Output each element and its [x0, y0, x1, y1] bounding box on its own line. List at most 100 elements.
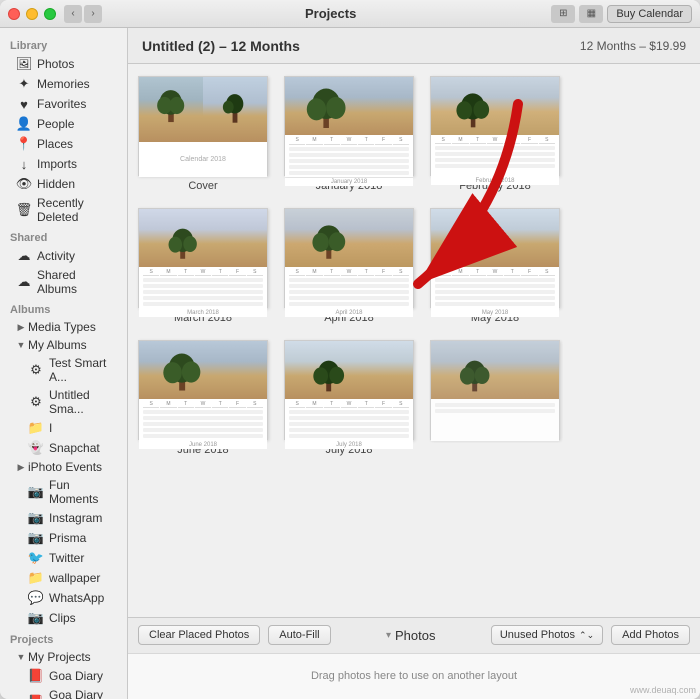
maximize-button[interactable]: [44, 8, 56, 20]
sidebar-label-hidden: Hidden: [37, 177, 75, 191]
calendar-cover-item[interactable]: Calendar 2018 Cover: [138, 76, 268, 192]
dropdown-chevron: ▾: [386, 630, 391, 641]
recently-deleted-icon: 🗑: [16, 202, 32, 218]
sidebar-item-my-projects[interactable]: ▼ My Projects: [2, 648, 125, 666]
sidebar-item-goa-diary-1[interactable]: 📕 Goa Diary (1): [2, 686, 125, 699]
calendar-apr-page: S M T W T F S: [284, 208, 414, 308]
sidebar-item-memories[interactable]: ✦ Memories: [2, 74, 125, 94]
albums-section-header: Albums: [0, 298, 127, 318]
goa-diary-icon: 📕: [28, 668, 44, 684]
album-i-icon: 📁: [28, 420, 44, 436]
sidebar-label-wallpaper: wallpaper: [49, 571, 100, 585]
add-photos-button[interactable]: Add Photos: [611, 625, 690, 645]
favorites-icon: ♥: [16, 96, 32, 112]
photos-label: Photos: [395, 628, 435, 643]
calendar-may-page: S M T W T F S: [430, 208, 560, 308]
tree-svg-aug: [455, 353, 535, 399]
unused-label: Unused Photos: [500, 629, 575, 641]
sidebar-item-activity[interactable]: ☁ Activity: [2, 246, 125, 266]
sidebar-label-my-albums: My Albums: [28, 338, 87, 352]
calendar-may-item[interactable]: S M T W T F S: [430, 208, 560, 324]
content-title: Untitled (2) – 12 Months: [142, 38, 300, 54]
sidebar-item-shared-albums[interactable]: ☁ Shared Albums: [2, 266, 125, 298]
calendar-jul-item[interactable]: S M T W T F S: [284, 340, 414, 456]
sidebar-item-wallpaper[interactable]: 📁 wallpaper: [2, 568, 125, 588]
sidebar-item-favorites[interactable]: ♥ Favorites: [2, 94, 125, 114]
sidebar-label-test-smart: Test Smart A...: [49, 356, 117, 384]
feb-month-label: February 2018: [431, 177, 559, 185]
tree-svg-feb: [453, 87, 538, 135]
calendar-mar-page: S M T W T F S: [138, 208, 268, 308]
sidebar-label-snapchat: Snapchat: [49, 441, 100, 455]
calendar-aug-partial-item[interactable]: [430, 340, 560, 456]
sidebar-item-recently-deleted[interactable]: 🗑 Recently Deleted: [2, 194, 125, 226]
sidebar-label-my-projects: My Projects: [28, 650, 91, 664]
sidebar-item-prisma[interactable]: 📷 Prisma: [2, 528, 125, 548]
sidebar-item-whatsapp[interactable]: 💬 WhatsApp: [2, 588, 125, 608]
sidebar-item-test-smart[interactable]: ⚙ Test Smart A...: [2, 354, 125, 386]
sidebar-label-clips: Clips: [49, 611, 76, 625]
sidebar-item-hidden[interactable]: 👁 Hidden: [2, 174, 125, 194]
untitled-sma-icon: ⚙: [28, 394, 44, 410]
sidebar-label-imports: Imports: [37, 157, 77, 171]
buy-calendar-button[interactable]: Buy Calendar: [607, 5, 692, 23]
sidebar-item-photos[interactable]: 🖼 Photos: [2, 54, 125, 74]
nav-back-button[interactable]: ‹: [64, 5, 82, 23]
photos-dropdown[interactable]: ▾ Photos: [339, 628, 483, 643]
sidebar-item-goa-diary[interactable]: 📕 Goa Diary: [2, 666, 125, 686]
sidebar-label-favorites: Favorites: [37, 97, 86, 111]
mar-month-label: March 2018: [139, 309, 267, 317]
calendar-jul-page: S M T W T F S: [284, 340, 414, 440]
may-month-label: May 2018: [431, 309, 559, 317]
sidebar-item-instagram[interactable]: 📷 Instagram: [2, 508, 125, 528]
tree-svg-jan: [304, 85, 394, 135]
close-button[interactable]: [8, 8, 20, 20]
minimize-button[interactable]: [26, 8, 38, 20]
sidebar-item-imports[interactable]: ↓ Imports: [2, 154, 125, 174]
calendar-jun-item[interactable]: S M T W T F S: [138, 340, 268, 456]
view-toggle-button[interactable]: ▦: [579, 5, 603, 23]
sidebar-item-twitter[interactable]: 🐦 Twitter: [2, 548, 125, 568]
sidebar-item-clips[interactable]: 📷 Clips: [2, 608, 125, 628]
cover-label: Cover: [188, 180, 217, 192]
bottom-hint-text: Drag photos here to use on another layou…: [311, 670, 517, 682]
disclosure-my-projects: ▼: [16, 652, 26, 662]
calendar-apr-item[interactable]: S M T W T F S: [284, 208, 414, 324]
apr-month-label: April 2018: [285, 309, 413, 317]
tree-svg-apr: [308, 219, 390, 267]
window-title: Projects: [110, 6, 551, 21]
disclosure-my-albums: ▼: [16, 340, 26, 350]
tree-svg-jun: [160, 349, 246, 399]
memories-icon: ✦: [16, 76, 32, 92]
sidebar-item-media-types[interactable]: ▶ Media Types: [2, 318, 125, 336]
calendar-jan-item[interactable]: S M T W T F S: [284, 76, 414, 192]
content-price: 12 Months – $19.99: [580, 39, 686, 53]
sidebar-item-places[interactable]: 📍 Places: [2, 134, 125, 154]
calendar-mar-item[interactable]: S M T W T F S: [138, 208, 268, 324]
sidebar-item-snapchat[interactable]: 👻 Snapchat: [2, 438, 125, 458]
sidebar-item-iphoto-events[interactable]: ▶ iPhoto Events: [2, 458, 125, 476]
shared-albums-icon: ☁: [16, 274, 32, 290]
jul-month-label: July 2018: [285, 441, 413, 449]
clear-placed-photos-button[interactable]: Clear Placed Photos: [138, 625, 260, 645]
sidebar-item-my-albums[interactable]: ▼ My Albums: [2, 336, 125, 354]
sidebar-label-fun-moments: Fun Moments: [49, 478, 117, 506]
sidebar-label-photos: Photos: [37, 57, 74, 71]
clips-icon: 📷: [28, 610, 44, 626]
watermark: www.deuaq.com: [630, 685, 696, 695]
sidebar-item-album-i[interactable]: 📁 I: [2, 418, 125, 438]
sidebar: Library 🖼 Photos ✦ Memories ♥ Favorites …: [0, 28, 128, 699]
autofill-button[interactable]: Auto-Fill: [268, 625, 330, 645]
twitter-icon: 🐦: [28, 550, 44, 566]
calendar-feb-item[interactable]: S M T W T F S: [430, 76, 560, 192]
toolbar-right: ⊞ ▦ Buy Calendar: [551, 5, 692, 23]
nav-forward-button[interactable]: ›: [84, 5, 102, 23]
sidebar-toggle-button[interactable]: ⊞: [551, 5, 575, 23]
tree-svg-jul: [309, 353, 389, 399]
bottom-bar: Clear Placed Photos Auto-Fill ▾ Photos U…: [128, 617, 700, 699]
sidebar-item-people[interactable]: 👤 People: [2, 114, 125, 134]
disclosure-media-types: ▶: [16, 322, 26, 332]
unused-photos-select[interactable]: Unused Photos ⌃⌄: [491, 625, 603, 645]
sidebar-item-fun-moments[interactable]: 📷 Fun Moments: [2, 476, 125, 508]
sidebar-item-untitled-sma[interactable]: ⚙ Untitled Sma...: [2, 386, 125, 418]
